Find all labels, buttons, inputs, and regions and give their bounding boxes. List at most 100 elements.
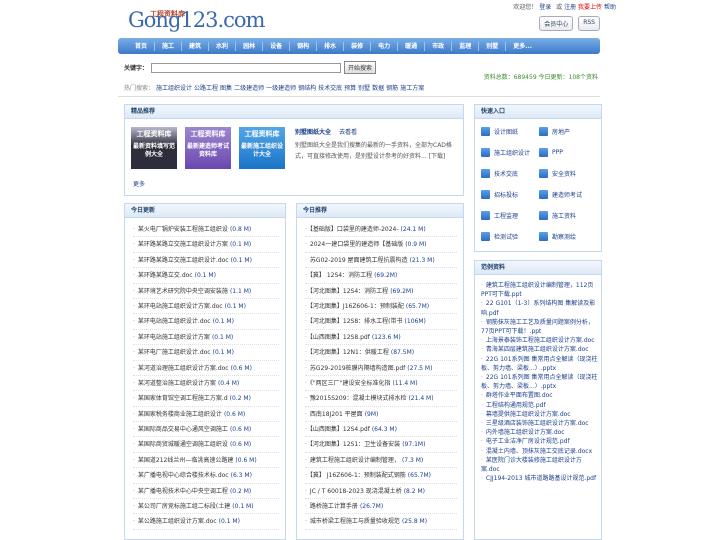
list-item[interactable]: 苏G02-2019 屋面建筑工程抗震构造(21.3 M) <box>305 253 457 269</box>
list-item[interactable]: 某国道212线兰州—临洮高速公路建(0.6 M) <box>133 453 279 469</box>
list-item[interactable]: 某河道治理施工组织设计方案.doc(0.6 M) <box>133 361 279 376</box>
nav-item[interactable]: 水利 <box>209 41 237 51</box>
nav-item[interactable]: 施工 <box>155 41 183 51</box>
case-item[interactable]: CJJ194-2013 城市道路路基设计规范.pdf <box>481 474 598 483</box>
nav-item[interactable]: 排水 <box>317 41 345 51</box>
quick-entry-item[interactable]: 技术交底 <box>481 167 539 180</box>
case-item[interactable]: 工程结构通用规范.pdf <box>481 401 598 410</box>
hot-search-link[interactable]: 一级建造师 <box>266 85 296 92</box>
quick-entry-item[interactable]: 安全资料 <box>539 167 597 180</box>
member-center-button[interactable]: 会员中心 <box>539 16 574 31</box>
list-item[interactable]: 某公司厂房竞标施工组二标段(土建(0.1 M) <box>133 499 279 515</box>
quick-entry-item[interactable]: 建造师考试 <box>539 188 597 201</box>
case-item[interactable]: 22G 101系列图 集常用点全解读（现浇柱板、剪力墙、梁板...）.pptx <box>481 355 598 373</box>
hot-search-link[interactable]: 别墅 <box>358 85 370 92</box>
list-item[interactable]: 某国家税务楼商业施工组织设计(0.6 M) <box>133 407 279 423</box>
more-link[interactable]: 更多 <box>133 179 145 188</box>
case-item[interactable]: 内外墙施工组织设计方案.doc <box>481 428 598 437</box>
nav-item[interactable]: 市政 <box>425 41 453 51</box>
list-item[interactable]: 【河北图集】12S4：消防工程(69.2M) <box>305 284 457 299</box>
list-item[interactable]: 某环电站施工组织设计.doc(0.1 M) <box>133 314 279 330</box>
case-item[interactable]: 钢筋抹灰施工工艺及质量问题案例分析，77页PPT可下载！.ppt <box>481 318 598 336</box>
case-item[interactable]: 青海某四层建筑施工组织设计方案.doc <box>481 345 598 354</box>
case-item[interactable]: 幕墙提供施工组织设计方案.doc <box>481 410 598 419</box>
quick-entry-item[interactable]: PPP <box>539 146 597 159</box>
quick-entry-item[interactable]: 设计图纸 <box>481 125 539 138</box>
upload-link[interactable]: 我要上传 <box>578 4 602 11</box>
hot-search-link[interactable]: 钢结构 <box>298 85 316 92</box>
list-item[interactable]: 某国家体育馆空调工程施工方案.d(0.2 M) <box>133 391 279 407</box>
list-item[interactable]: 某广播电视中心综合楼技术标.doc(6.3 M) <box>133 468 279 484</box>
hot-search-link[interactable]: 技术交底 <box>318 85 342 92</box>
list-item[interactable]: 建筑工程施工组织设计编制管理，(7.3 M) <box>305 453 457 469</box>
nav-item[interactable]: 更多... <box>506 42 539 51</box>
nav-item[interactable]: 暖通 <box>398 41 426 51</box>
hot-search-link[interactable]: 二级建造师 <box>234 85 264 92</box>
quick-entry-item[interactable]: 招标投标 <box>481 188 539 201</box>
list-item[interactable]: 某广播电视技术中心中央空调工程(0.2 M) <box>133 484 279 500</box>
list-item[interactable]: 【河北图集】12S1：卫生设备安装(97.1M) <box>305 437 457 453</box>
search-button[interactable]: 开始搜索 <box>344 61 377 74</box>
case-item[interactable]: 混凝土内墙、顶抹灰施工交底记录.docx <box>481 447 598 456</box>
hot-search-link[interactable]: 钢筋 <box>386 85 398 92</box>
list-item[interactable]: 西南18J201 平屋面(9M) <box>305 407 457 423</box>
list-item[interactable]: 【基础版】口袋里的建造师-2024-(24.1 M) <box>305 222 457 238</box>
list-item[interactable]: 【山西图集】12S4.pdf(64.3 M) <box>305 422 457 438</box>
nav-item[interactable]: 首页 <box>128 41 156 51</box>
hot-search-link[interactable]: 图集 <box>220 85 232 92</box>
featured-headline-link[interactable]: 别墅图纸大全 <box>295 129 331 136</box>
list-item[interactable]: 苏G29-2019桩膜内隔墙构造图.pdf(27.5 M) <box>305 361 457 376</box>
list-item[interactable]: 某环路某路立交施工组织设计.doc(0.1 M) <box>133 253 279 269</box>
search-input[interactable] <box>151 62 342 73</box>
list-item[interactable]: 某河道整治施工组织设计方案(0.4 M) <box>133 376 279 392</box>
featured-view-link[interactable]: 去看看 <box>339 129 357 136</box>
case-item[interactable]: 电子工业洁净厂房设计规范.pdf <box>481 437 598 446</box>
list-item[interactable]: 【冀】 12S4：消防工程(69.2M) <box>305 268 457 284</box>
list-item[interactable]: 某公路施工组织设计方案.doc(0.1 M) <box>133 514 279 530</box>
list-item[interactable]: 某环电站施工组织设计方案(0.1 M) <box>133 330 279 346</box>
hot-search-link[interactable]: 公路工程 <box>194 85 218 92</box>
list-item[interactable]: 某国际商品交易中心通风空调施工(0.6 M) <box>133 422 279 438</box>
nav-item[interactable]: 建筑 <box>182 41 210 51</box>
list-item[interactable]: 【河北图集】12N1：供暖工程(87.5M) <box>305 345 457 361</box>
help-link[interactable]: 帮助 <box>604 4 616 11</box>
quick-entry-item[interactable]: 工程监理 <box>481 209 539 222</box>
list-item[interactable]: 城市桥梁工程施工与质量验收规范(25.8 M) <box>305 514 457 530</box>
nav-item[interactable]: 钢构 <box>290 41 318 51</box>
quick-entry-item[interactable]: 施工组织设计 <box>481 146 539 159</box>
case-item[interactable]: 某医院门诊大楼装修施工组织设计方案.doc <box>481 456 598 474</box>
list-item[interactable]: 某环路某路立交施工组织设计方案(0.1 M) <box>133 237 279 253</box>
case-item[interactable]: 上海景泰装饰工程施工组织设计方案.doc <box>481 336 598 345</box>
list-item[interactable]: 【山西图集】12S8.pdf(123.6 M) <box>305 330 457 346</box>
book-cover[interactable]: 工程资料库 最新施工组织设计大全 <box>239 127 285 169</box>
nav-item[interactable]: 装修 <box>344 41 372 51</box>
list-item[interactable]: 某国际商贸城暖通空调施工组织设(0.6 M) <box>133 437 279 453</box>
list-item[interactable]: 某环境艺术研究院中央空调安装施(1.1 M) <box>133 284 279 299</box>
nav-item[interactable]: 别墅 <box>479 41 507 51</box>
list-item[interactable]: 某环电站施工组织设计方案.doc(0.1 M) <box>133 299 279 315</box>
list-item[interactable]: 【冀】 J16Z606-1：预制装配式钢筋(65.7M) <box>305 468 457 484</box>
book-cover[interactable]: 工程资料库 最新资料填写范例大全 <box>131 127 177 169</box>
nav-item[interactable]: 设备 <box>263 41 291 51</box>
list-item[interactable]: 《"两区三厂"建设安全标准化指(11.4 M) <box>305 376 457 392</box>
case-item[interactable]: 建筑工程施工组织设计编制管理，112页PPT可下载.ppt <box>481 281 598 299</box>
hot-search-link[interactable]: 施工组织设计 <box>156 85 192 92</box>
hot-search-link[interactable]: 预算 <box>344 85 356 92</box>
site-logo[interactable]: 工程资料库 Gong123.com <box>128 6 265 34</box>
case-item[interactable]: 22G 101系列图 集常用点全解读（现浇柱板、剪力墙、梁板...）.pptx <box>481 373 598 391</box>
hot-search-link[interactable]: 施工方案 <box>400 85 424 92</box>
login-link[interactable]: 登录 <box>539 4 551 11</box>
register-link[interactable]: 注册 <box>564 4 576 11</box>
list-item[interactable]: 路桥施工计算手册(26.7M) <box>305 499 457 515</box>
list-item[interactable]: 【河北图集】J16Z606-1：预制装配(65.7M) <box>305 299 457 315</box>
list-item[interactable]: 【河北图集】12S8：排水工程(带书(106M) <box>305 314 457 330</box>
case-item[interactable]: 三星级酒店装饰施工组织设计方案.doc <box>481 419 598 428</box>
nav-item[interactable]: 电力 <box>371 41 399 51</box>
nav-item[interactable]: 监理 <box>452 41 480 51</box>
rss-button[interactable]: RSS <box>578 16 600 31</box>
quick-entry-item[interactable]: 房地产 <box>539 125 597 138</box>
quick-entry-item[interactable]: 检测试验 <box>481 230 539 243</box>
list-item[interactable]: 豫2015S209：混凝土模块式排水检(21.4 M) <box>305 391 457 407</box>
case-item[interactable]: 22 G101（1-3）系列结构图 集解读及影响.pdf <box>481 299 598 317</box>
list-item[interactable]: 某环路某路立交.doc(0.1 M) <box>133 268 279 284</box>
